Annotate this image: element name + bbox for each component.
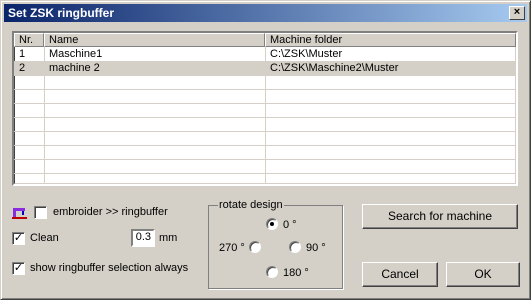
rotate-270-label: 270 ° (219, 242, 245, 254)
grid-line (14, 103, 516, 104)
grid-line (14, 117, 516, 118)
grid-line (44, 47, 45, 184)
clean-label: Clean (30, 232, 59, 244)
rotate-0-radio[interactable] (266, 218, 278, 230)
row-folder: C:\ZSK\Muster (270, 48, 343, 60)
clean-value-field[interactable]: 0.3 (131, 229, 155, 247)
rotate-180-radio[interactable] (266, 266, 278, 278)
embroider-label: embroider >> ringbuffer (53, 206, 168, 218)
machine-list[interactable]: Nr. Name Machine folder 1 Maschine1 C:\Z… (12, 31, 518, 186)
show-selection-checkbox[interactable]: ✓ (12, 262, 25, 275)
clean-checkbox[interactable]: ✓ (12, 232, 25, 245)
row-nr: 1 (19, 48, 26, 60)
column-header-nr[interactable]: Nr. (14, 33, 44, 47)
rotate-90-label: 90 ° (306, 242, 326, 254)
row-name: machine 2 (49, 62, 100, 74)
grid-line (14, 159, 516, 160)
rotate-90-radio[interactable] (289, 241, 301, 253)
close-button[interactable]: × (509, 6, 525, 20)
search-machine-button[interactable]: Search for machine (362, 204, 518, 229)
rotate-180-label: 180 ° (283, 267, 309, 279)
rotate-group-title: rotate design (218, 199, 284, 211)
column-header-folder[interactable]: Machine folder (265, 33, 516, 47)
row-name: Maschine1 (49, 48, 103, 60)
window-title: Set ZSK ringbuffer (8, 6, 115, 20)
grid-line (14, 131, 516, 132)
column-header-name[interactable]: Name (44, 33, 265, 47)
clean-unit: mm (159, 232, 178, 244)
row-folder: C:\ZSK\Maschine2\Muster (270, 62, 399, 74)
show-selection-label: show ringbuffer selection always (30, 262, 189, 274)
grid-line (14, 61, 516, 62)
grid-line (14, 89, 516, 90)
cancel-button[interactable]: Cancel (362, 262, 438, 287)
ok-button[interactable]: OK (446, 262, 520, 287)
embroider-checkbox[interactable] (34, 206, 47, 219)
grid-line (14, 173, 516, 174)
grid-line (14, 75, 516, 76)
grid-line (265, 47, 266, 184)
rotate-270-radio[interactable] (249, 241, 261, 253)
title-bar[interactable]: Set ZSK ringbuffer × (4, 4, 527, 22)
row-nr: 2 (19, 62, 26, 74)
grid-line (14, 145, 516, 146)
machine-icon (12, 208, 27, 219)
rotate-0-label: 0 ° (283, 219, 297, 231)
